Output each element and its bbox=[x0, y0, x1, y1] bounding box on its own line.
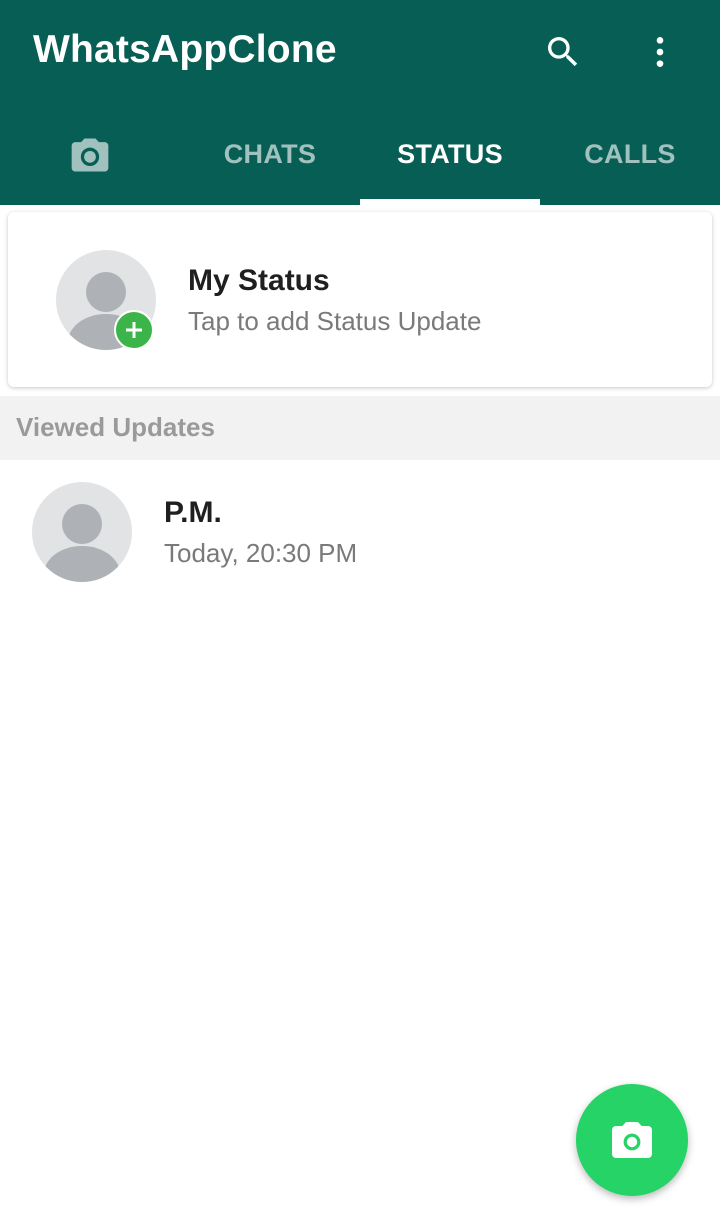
tab-status[interactable]: STATUS bbox=[360, 104, 540, 205]
my-status-title: My Status bbox=[188, 264, 330, 297]
search-button[interactable] bbox=[535, 24, 591, 80]
camera-icon bbox=[612, 1122, 652, 1158]
plus-icon bbox=[126, 322, 142, 338]
person-icon bbox=[44, 504, 120, 582]
viewed-updates-header: Viewed Updates bbox=[0, 396, 720, 460]
active-tab-indicator bbox=[360, 199, 540, 205]
tab-camera[interactable] bbox=[0, 104, 180, 205]
app-screen: WhatsAppClone CHATS STATUS CALLS My Stat… bbox=[0, 0, 720, 1227]
more-options-button[interactable] bbox=[632, 24, 688, 80]
camera-fab-button[interactable] bbox=[576, 1084, 688, 1196]
tab-bar: CHATS STATUS CALLS bbox=[0, 104, 720, 205]
app-title: WhatsAppClone bbox=[33, 28, 337, 71]
tab-calls[interactable]: CALLS bbox=[540, 104, 720, 205]
more-vert-icon bbox=[656, 37, 664, 67]
status-timestamp: Today, 20:30 PM bbox=[164, 538, 358, 568]
camera-icon bbox=[71, 138, 109, 171]
contact-name: P.M. bbox=[164, 496, 222, 529]
my-status-card[interactable]: My Status Tap to add Status Update bbox=[8, 212, 712, 387]
list-item[interactable]: P.M. Today, 20:30 PM bbox=[0, 460, 720, 604]
search-icon bbox=[548, 37, 578, 67]
app-bar: WhatsAppClone CHATS STATUS CALLS bbox=[0, 0, 720, 205]
my-status-subtitle: Tap to add Status Update bbox=[188, 306, 482, 336]
avatar bbox=[32, 482, 132, 582]
section-label: Viewed Updates bbox=[16, 412, 215, 442]
tab-chats[interactable]: CHATS bbox=[180, 104, 360, 205]
add-status-badge[interactable] bbox=[114, 310, 154, 350]
